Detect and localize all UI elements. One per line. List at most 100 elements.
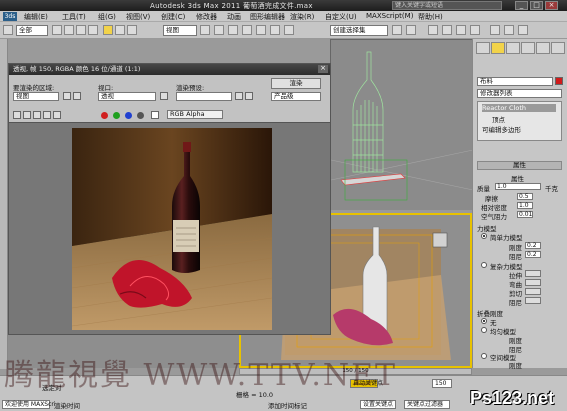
mono-channel-icon[interactable] — [151, 111, 159, 119]
edit-named-sets-icon[interactable] — [284, 25, 294, 35]
bend-spinner[interactable] — [525, 279, 541, 286]
fold-none-radio[interactable] — [481, 318, 487, 324]
set-key-button[interactable]: 设置关键点 — [360, 400, 396, 409]
snap-toggle-icon[interactable] — [228, 25, 238, 35]
rendered-frame-icon[interactable] — [504, 25, 514, 35]
menu-item-group[interactable]: 组(G) — [98, 12, 116, 22]
menu-item-modifiers[interactable]: 修改器 — [196, 12, 217, 22]
mirror-icon[interactable] — [392, 25, 402, 35]
stretch-spinner[interactable] — [525, 270, 541, 277]
key-filters-button[interactable]: 关键点过滤器 — [404, 400, 450, 409]
clone-frame-icon[interactable] — [33, 111, 41, 119]
menu-item-create[interactable]: 创建(C) — [161, 12, 185, 22]
add-time-tag-button[interactable]: 添加时间标记 — [268, 400, 307, 410]
menu-item-maxscript[interactable]: MAXScript(M) — [366, 12, 413, 20]
modify-tab-icon[interactable] — [491, 42, 505, 54]
stiffness-spinner[interactable]: 0.2 — [525, 242, 541, 249]
angle-snap-icon[interactable] — [242, 25, 252, 35]
friction-spinner[interactable]: 0.5 — [517, 193, 533, 200]
utilities-tab-icon[interactable] — [551, 42, 565, 54]
select-manipulate-icon[interactable] — [214, 25, 224, 35]
align-icon[interactable] — [406, 25, 416, 35]
air-resistance-spinner[interactable]: 0.01 — [517, 211, 533, 218]
damping2-spinner[interactable] — [525, 297, 541, 304]
create-tab-icon[interactable] — [476, 42, 490, 54]
close-button[interactable]: × — [545, 1, 558, 10]
stack-item-vertex[interactable]: 顶点 — [492, 114, 505, 124]
render-window-close-icon[interactable]: × — [318, 65, 328, 73]
object-color-swatch[interactable] — [555, 77, 563, 85]
menu-item-graph-editors[interactable]: 图形编辑器 — [250, 12, 285, 22]
viewport-top-right[interactable] — [330, 39, 474, 210]
current-frame-field[interactable]: 150 — [432, 379, 452, 388]
menu-item-rendering[interactable]: 渲染(R) — [290, 12, 314, 22]
properties-rollout[interactable]: 属性 — [477, 161, 562, 170]
select-scale-icon[interactable] — [127, 25, 137, 35]
simple-force-radio[interactable] — [481, 233, 487, 239]
select-by-name-icon[interactable] — [64, 25, 74, 35]
area-to-render-dropdown[interactable]: 视图 — [13, 92, 59, 101]
select-object-icon[interactable] — [52, 25, 62, 35]
alpha-channel-icon[interactable] — [137, 112, 144, 119]
schematic-view-icon[interactable] — [456, 25, 466, 35]
minimize-button[interactable]: _ — [515, 1, 528, 10]
material-editor-icon[interactable] — [470, 25, 480, 35]
complex-force-radio[interactable] — [481, 262, 487, 268]
motion-tab-icon[interactable] — [521, 42, 535, 54]
green-channel-icon[interactable] — [113, 112, 120, 119]
environment-effects-icon[interactable] — [245, 92, 253, 100]
display-tab-icon[interactable] — [536, 42, 550, 54]
channel-display-dropdown[interactable]: RGB Alpha — [167, 110, 223, 119]
select-rotate-icon[interactable] — [115, 25, 125, 35]
damping-spinner[interactable]: 0.2 — [525, 251, 541, 258]
print-image-icon[interactable] — [43, 111, 51, 119]
help-search-input[interactable]: 键入关键字或短语 — [392, 1, 502, 10]
fold-space-radio[interactable] — [481, 353, 487, 359]
render-production-icon[interactable] — [518, 25, 528, 35]
spinner-snap-icon[interactable] — [270, 25, 280, 35]
rect-selection-icon[interactable] — [76, 25, 86, 35]
render-button[interactable]: 渲染 — [271, 78, 321, 89]
app-logo-button[interactable]: 3ds — [3, 12, 17, 21]
render-preset-dropdown[interactable] — [176, 92, 232, 101]
menu-item-edit[interactable]: 编辑(E) — [24, 12, 48, 22]
render-mode-dropdown[interactable]: 产品级 — [271, 92, 321, 101]
hierarchy-tab-icon[interactable] — [506, 42, 520, 54]
fold-uniform-radio[interactable] — [481, 327, 487, 333]
viewport-dropdown[interactable]: 透视 — [98, 92, 156, 101]
red-channel-icon[interactable] — [101, 112, 108, 119]
select-move-icon[interactable] — [103, 25, 113, 35]
stack-item-reactor-cloth[interactable]: Reactor Cloth — [482, 104, 556, 112]
relative-density-spinner[interactable]: 1.0 — [517, 202, 533, 209]
ref-coord-dropdown[interactable]: 视图 — [163, 25, 197, 36]
menu-item-help[interactable]: 帮助(H) — [418, 12, 443, 22]
menu-item-views[interactable]: 视图(V) — [126, 12, 150, 22]
maximize-button[interactable]: □ — [530, 1, 543, 10]
percent-snap-icon[interactable] — [256, 25, 266, 35]
object-name-field[interactable]: 布料 — [477, 77, 553, 86]
blue-channel-icon[interactable] — [125, 112, 132, 119]
pivot-center-icon[interactable] — [200, 25, 210, 35]
window-crossing-icon[interactable] — [88, 25, 98, 35]
selection-filter-dropdown[interactable]: 全部 — [16, 25, 48, 36]
lock-viewport-icon[interactable] — [160, 92, 168, 100]
maxscript-listener[interactable]: 欢迎使用 MAXScri — [2, 400, 56, 409]
render-setup-icon[interactable] — [490, 25, 500, 35]
copy-image-icon[interactable] — [23, 111, 31, 119]
edit-region-icon[interactable] — [63, 92, 71, 100]
layer-manager-icon[interactable] — [428, 25, 438, 35]
curve-editor-icon[interactable] — [442, 25, 452, 35]
render-setup-small-icon[interactable] — [235, 92, 243, 100]
auto-region-icon[interactable] — [73, 92, 81, 100]
named-selection-dropdown[interactable]: 创建选择集 — [330, 25, 388, 36]
mass-spinner[interactable]: 1.0 — [495, 183, 541, 190]
modifier-list-dropdown[interactable]: 修改器列表 — [477, 89, 562, 98]
stack-item-editable-poly[interactable]: 可编辑多边形 — [482, 124, 521, 134]
clear-image-icon[interactable] — [53, 111, 61, 119]
menu-item-customize[interactable]: 自定义(U) — [325, 12, 357, 22]
shear-spinner[interactable] — [525, 288, 541, 295]
save-image-icon[interactable] — [13, 111, 21, 119]
menu-item-tools[interactable]: 工具(T) — [62, 12, 86, 22]
undo-icon[interactable] — [3, 25, 13, 35]
menu-item-animation[interactable]: 动画 — [227, 12, 241, 22]
